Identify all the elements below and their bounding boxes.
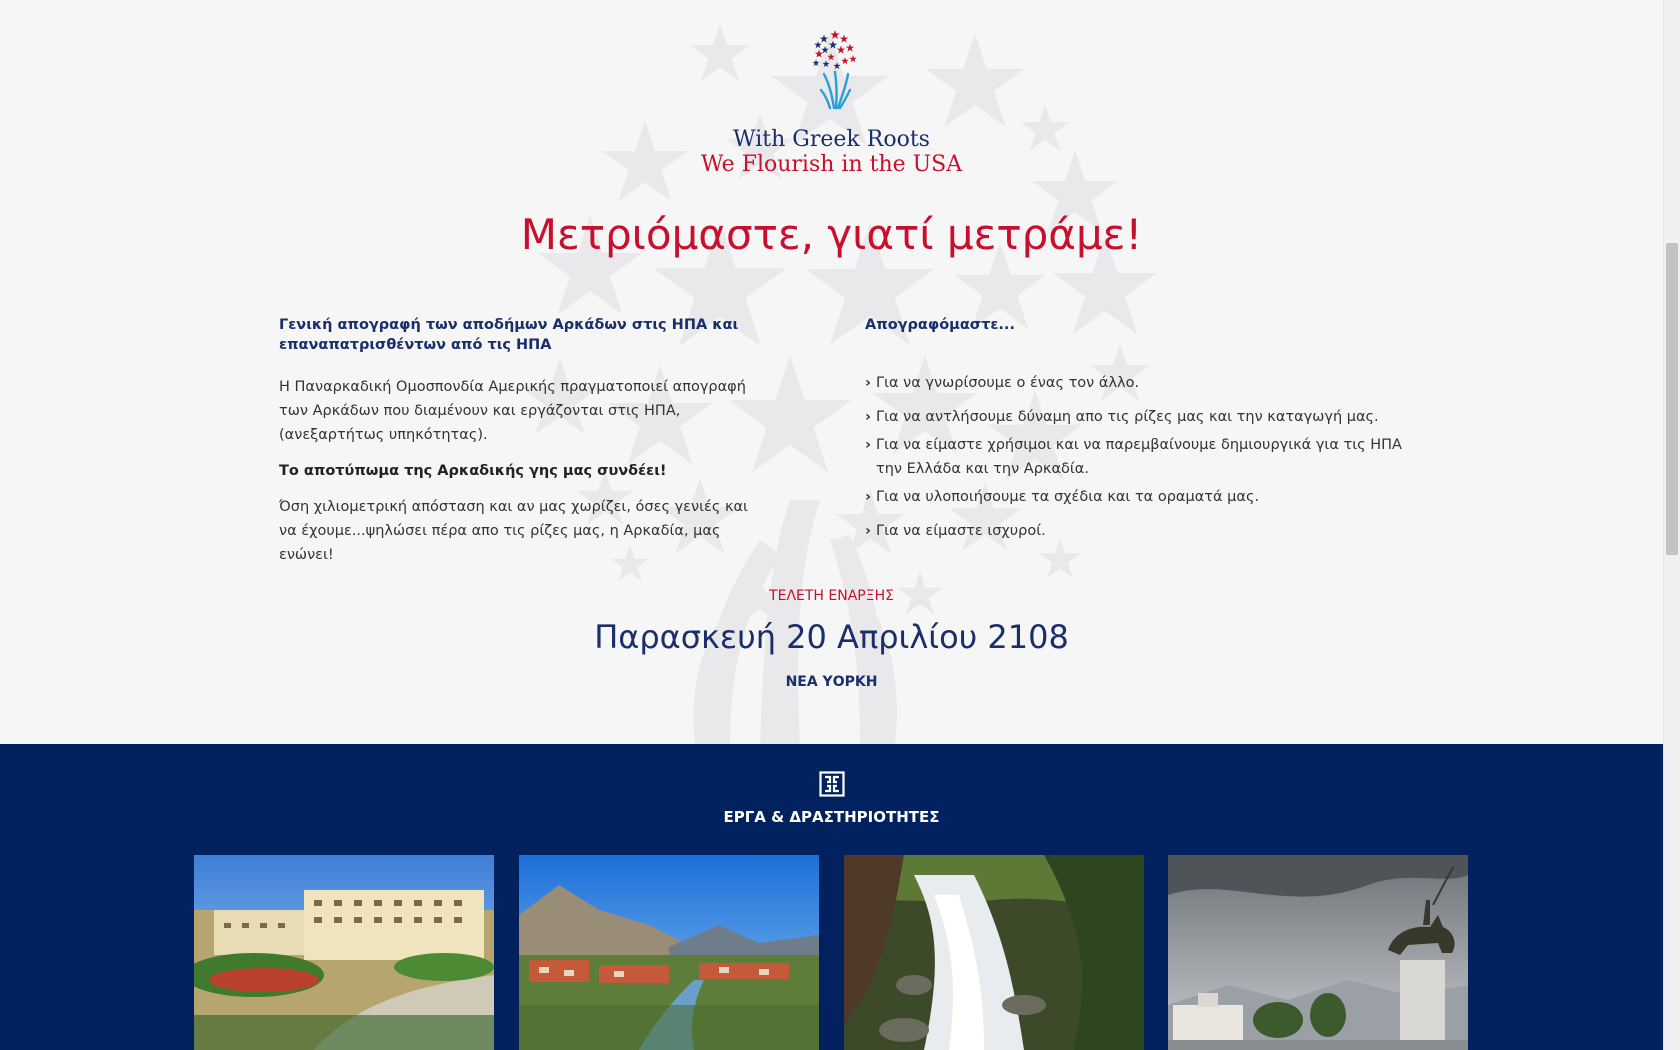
greek-key-icon	[819, 771, 845, 797]
chevron-right-icon: ›	[865, 523, 871, 539]
census-hero-section: With Greek Roots We Flourish in the USA …	[0, 0, 1663, 744]
page-headline: Μετριόμαστε, γιατί μετράμε!	[520, 210, 1143, 259]
page: With Greek Roots We Flourish in the USA …	[0, 0, 1663, 1050]
census-motto: Το αποτύπωμα της Αρκαδικής γης μας συνδέ…	[279, 463, 667, 479]
census-heading: Γενική απογραφή των αποδήμων Αρκάδων στι…	[279, 317, 739, 353]
works-section: ΕΡΓΑ & ΔΡΑΣΤΗΡΙΟΤΗΤΕΣ	[0, 744, 1663, 1050]
star-tree-logo[interactable]	[810, 30, 860, 112]
tagline-line-1: With Greek Roots	[733, 127, 930, 152]
event-date: Παρασκευή 20 Απριλίου 2108	[594, 618, 1069, 656]
tagline-line-2: We Flourish in the USA	[700, 152, 963, 177]
list-item: › Για να είμαστε χρήσιμοι και να παρεμβαί…	[865, 433, 1405, 481]
statue-square-photo[interactable]	[1168, 855, 1468, 1050]
event-label: ΤΕΛΕΤΗ ΕΝΑΡΞΗΣ	[769, 588, 894, 604]
list-item: › Για να αντλήσουμε δύναμη απο τις ρίζες …	[865, 405, 1405, 429]
list-item: › Για να γνωρίσουμε ο ένας τον άλλο.	[865, 371, 1405, 395]
town-valley-photo[interactable]	[519, 855, 819, 1050]
chevron-right-icon: ›	[865, 375, 871, 391]
census-reasons-column: Απογραφόμαστε... › Για να γνωρίσουμε ο έν…	[865, 315, 1405, 553]
building-photo[interactable]	[194, 855, 494, 1050]
reason-text: Για να υλοποιήσουμε τα σχέδια και τα ορα…	[876, 489, 1260, 505]
reason-text: Για να γνωρίσουμε ο ένας τον άλλο.	[876, 375, 1140, 391]
event-city: ΝΕΑ ΥΟΡΚΗ	[785, 674, 878, 690]
reason-text: Για να είμαστε ισχυροί.	[876, 523, 1046, 539]
works-title: ΕΡΓΑ & ΔΡΑΣΤΗΡΙΟΤΗΤΕΣ	[723, 808, 940, 826]
scrollbar-thumb[interactable]	[1666, 243, 1678, 555]
list-item: › Για να υλοποιήσουμε τα σχέδια και τα ορ…	[865, 485, 1405, 509]
chevron-right-icon: ›	[865, 409, 871, 425]
chevron-right-icon: ›	[865, 489, 871, 505]
chevron-right-icon: ›	[865, 437, 871, 453]
list-item: › Για να είμαστε ισχυροί.	[865, 519, 1405, 543]
page-scrollbar[interactable]	[1663, 0, 1680, 1050]
census-description: Η Παναρκαδική Ομοσπονδία Αμερικής πραγμα…	[279, 379, 746, 443]
waterfall-photo[interactable]	[844, 855, 1144, 1050]
reason-text: Για να είμαστε χρήσιμοι και να παρεμβαίν…	[876, 437, 1402, 477]
census-closing-text: Όση χιλιομετρική απόσταση και αν μας χωρ…	[279, 499, 748, 563]
census-intro-column: Γενική απογραφή των αποδήμων Αρκάδων στι…	[279, 315, 759, 567]
reason-text: Για να αντλήσουμε δύναμη απο τις ρίζες μ…	[876, 409, 1379, 425]
reasons-heading: Απογραφόμαστε...	[865, 317, 1015, 333]
reasons-list: › Για να γνωρίσουμε ο ένας τον άλλο. › Για…	[865, 371, 1405, 543]
